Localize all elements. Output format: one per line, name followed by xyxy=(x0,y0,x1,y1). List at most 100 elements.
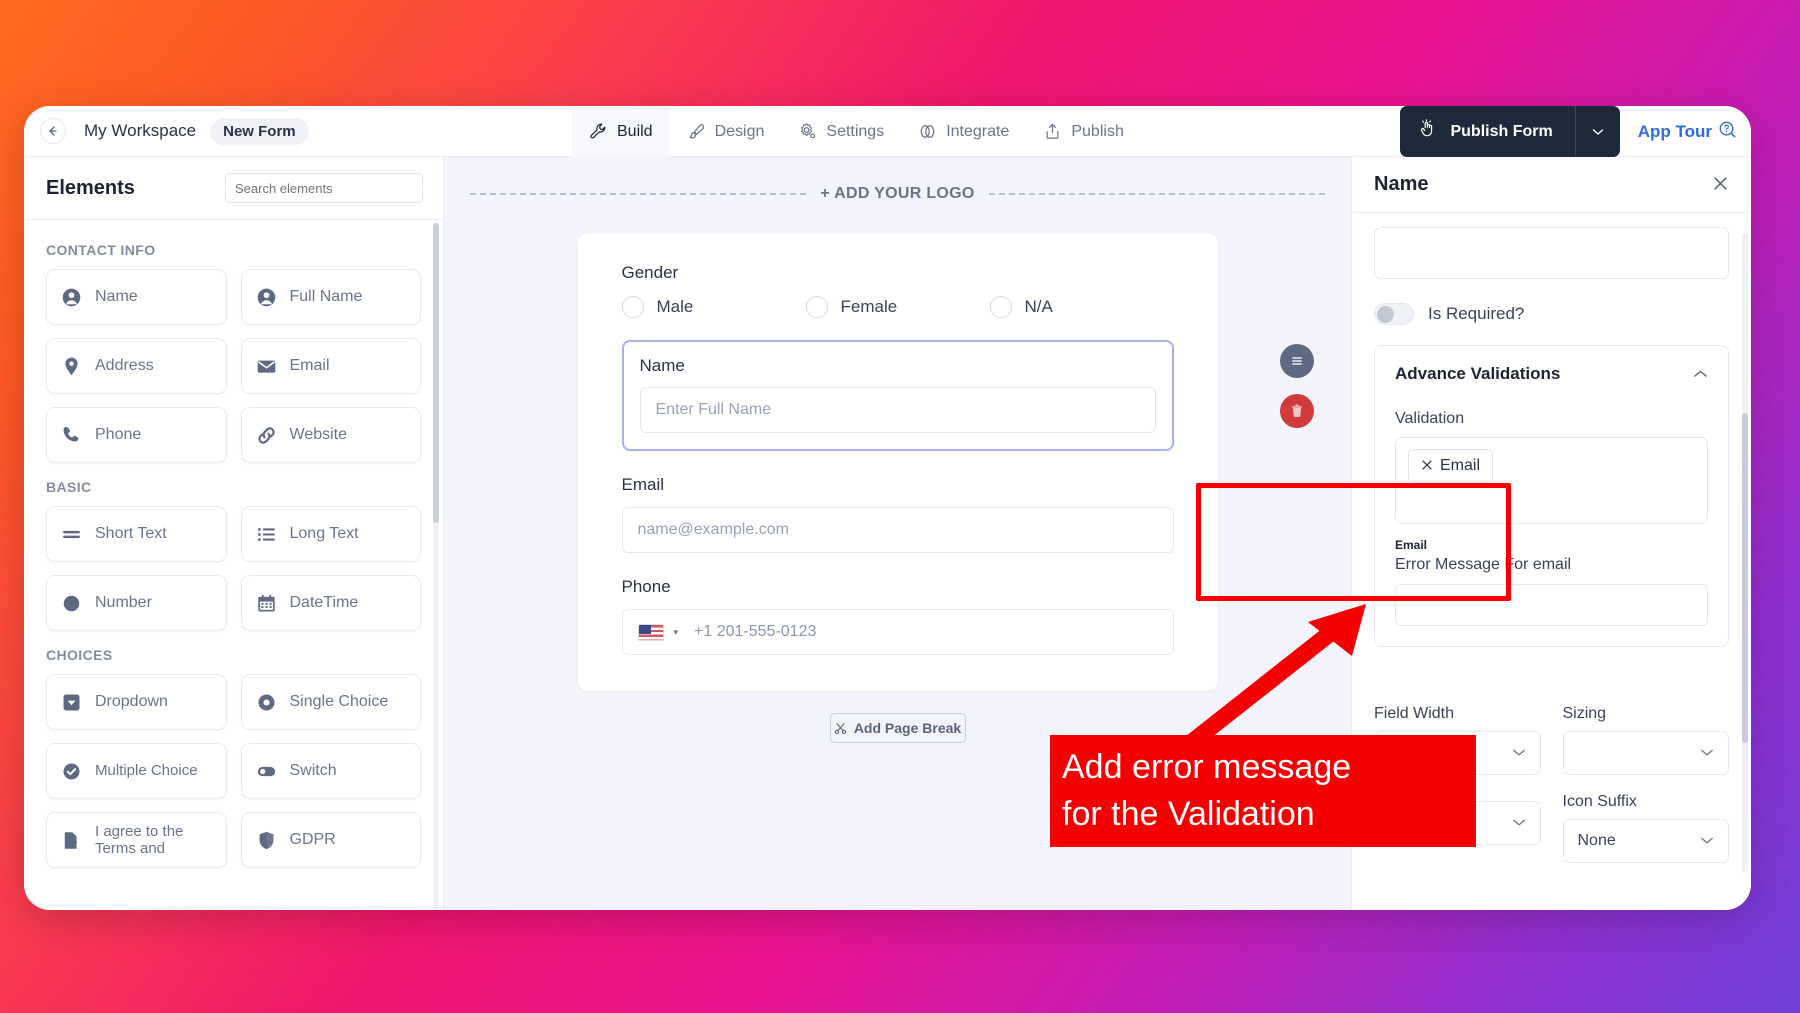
email-field: Email name@example.com xyxy=(621,475,1174,553)
drag-handle-button[interactable] xyxy=(1279,344,1314,378)
user-circle-icon xyxy=(256,287,277,308)
element-email[interactable]: Email xyxy=(240,338,421,394)
close-icon[interactable] xyxy=(1421,458,1433,474)
element-name-label: Name xyxy=(95,287,138,305)
phone-field-label: Phone xyxy=(621,577,671,596)
properties-scrollbar-thumb[interactable] xyxy=(1742,413,1748,743)
elements-header: Elements xyxy=(24,157,443,220)
validation-tag-label: Email xyxy=(1440,457,1481,474)
country-caret-icon[interactable]: ▾ xyxy=(674,627,679,638)
gender-option-na[interactable]: N/A xyxy=(989,296,1174,318)
tab-design-label: Design xyxy=(714,122,765,140)
tab-integrate-label: Integrate xyxy=(946,122,1010,140)
add-logo-row[interactable]: + ADD YOUR LOGO xyxy=(444,157,1351,203)
phone-icon xyxy=(61,425,82,446)
gender-option-male-label: Male xyxy=(656,297,694,316)
close-icon[interactable] xyxy=(1712,174,1729,196)
tab-settings[interactable]: Settings xyxy=(781,106,901,157)
element-multiple-choice[interactable]: Multiple Choice xyxy=(46,743,227,799)
advance-validations-header[interactable]: Advance Validations xyxy=(1395,364,1708,384)
email-input-placeholder: name@example.com xyxy=(637,521,789,538)
form-preview-card: Gender Male Female N/A Name Enter Full N… xyxy=(577,233,1314,691)
gender-option-na-label: N/A xyxy=(1024,297,1053,316)
back-button[interactable] xyxy=(40,118,66,144)
elements-scrollbar-thumb[interactable] xyxy=(433,223,439,523)
element-full-name[interactable]: Full Name xyxy=(240,269,421,325)
chevron-down-icon xyxy=(1512,816,1526,830)
publish-form-dropdown[interactable] xyxy=(1574,106,1620,157)
validation-tag-email[interactable]: Email xyxy=(1408,449,1494,483)
element-long-text[interactable]: Long Text xyxy=(240,506,421,562)
element-dropdown[interactable]: Dropdown xyxy=(46,674,227,730)
add-logo-label[interactable]: + ADD YOUR LOGO xyxy=(820,185,974,203)
name-field-selected[interactable]: Name Enter Full Name xyxy=(621,340,1314,451)
error-message-input[interactable] xyxy=(1395,584,1708,626)
workspace-name[interactable]: My Workspace xyxy=(84,121,196,141)
app-tour-button[interactable]: App Tour xyxy=(1638,120,1737,144)
phone-input-placeholder: +1 201-555-0123 xyxy=(694,623,817,640)
name-input[interactable]: Enter Full Name xyxy=(639,387,1156,433)
list-lines-icon xyxy=(256,524,277,545)
icon-suffix-select[interactable]: None xyxy=(1562,819,1729,863)
tab-build[interactable]: Build xyxy=(572,106,670,157)
element-address-label: Address xyxy=(95,356,154,374)
trash-icon xyxy=(1291,404,1302,417)
shield-icon xyxy=(256,830,277,851)
element-single-choice[interactable]: Single Choice xyxy=(240,674,421,730)
element-website[interactable]: Website xyxy=(240,407,421,463)
chevron-down-icon xyxy=(1512,746,1526,760)
properties-header: Name xyxy=(1352,157,1751,213)
is-required-row[interactable]: Is Required? xyxy=(1374,303,1729,325)
question-search-icon xyxy=(1718,120,1737,144)
element-full-name-label: Full Name xyxy=(289,287,363,305)
email-input[interactable]: name@example.com xyxy=(621,507,1174,553)
arrow-left-icon xyxy=(49,126,57,136)
element-address[interactable]: Address xyxy=(46,338,227,394)
element-gdpr[interactable]: GDPR xyxy=(240,812,421,868)
is-required-label: Is Required? xyxy=(1428,304,1525,323)
radio-icon[interactable] xyxy=(805,296,828,318)
radio-icon[interactable] xyxy=(989,296,1012,318)
element-dropdown-label: Dropdown xyxy=(95,692,168,710)
element-terms-agree-label: I agree to the Terms and xyxy=(95,822,184,857)
gender-option-female[interactable]: Female xyxy=(805,296,990,318)
link-icon xyxy=(256,425,277,446)
publish-form-main[interactable]: Publish Form xyxy=(1400,106,1574,157)
chevron-up-icon[interactable] xyxy=(1693,367,1708,382)
elements-title: Elements xyxy=(46,176,135,199)
search-input[interactable] xyxy=(225,173,423,203)
element-number[interactable]: Number xyxy=(46,575,227,631)
element-name[interactable]: Name xyxy=(46,269,227,325)
tab-design[interactable]: Design xyxy=(670,106,782,157)
elements-scrollbar[interactable] xyxy=(433,223,439,910)
dashed-line-right xyxy=(988,193,1326,195)
form-name-chip[interactable]: New Form xyxy=(210,117,309,145)
gender-option-male[interactable]: Male xyxy=(621,296,806,318)
radio-icon[interactable] xyxy=(621,296,644,318)
delete-field-button[interactable] xyxy=(1279,394,1314,428)
elements-panel: Elements CONTACT INFO Name Full Name xyxy=(24,157,444,910)
label-text-input[interactable] xyxy=(1374,227,1729,279)
is-required-toggle[interactable] xyxy=(1374,303,1414,325)
email-field-label: Email xyxy=(621,475,665,494)
phone-input[interactable]: ▾ +1 201-555-0123 xyxy=(621,609,1174,655)
element-short-text[interactable]: Short Text xyxy=(46,506,227,562)
tab-publish[interactable]: Publish xyxy=(1026,106,1140,157)
icon-suffix-label: Icon Suffix xyxy=(1562,793,1637,810)
chevron-down-icon xyxy=(1592,128,1603,135)
element-grid-contact-info: Name Full Name Address Email Phone Websi… xyxy=(46,269,421,463)
add-page-break-button[interactable]: Add Page Break xyxy=(829,713,966,743)
publish-form-button[interactable]: Publish Form xyxy=(1400,106,1620,157)
annotation-line-1: Add error message xyxy=(1062,748,1352,786)
validation-tags-box[interactable]: Email xyxy=(1395,437,1708,524)
element-datetime[interactable]: DateTime xyxy=(240,575,421,631)
element-grid-basic: Short Text Long Text Number DateTime xyxy=(46,506,421,631)
sizing-select[interactable] xyxy=(1562,731,1729,775)
element-switch[interactable]: Switch xyxy=(240,743,421,799)
properties-scrollbar[interactable] xyxy=(1742,233,1748,873)
annotation-callout: Add error message for the Validation xyxy=(1050,735,1476,847)
error-message-block: Email Error Message For email xyxy=(1395,538,1708,626)
tab-integrate[interactable]: Integrate xyxy=(901,106,1026,157)
element-phone[interactable]: Phone xyxy=(46,407,227,463)
element-terms-agree[interactable]: I agree to the Terms and xyxy=(46,812,227,868)
